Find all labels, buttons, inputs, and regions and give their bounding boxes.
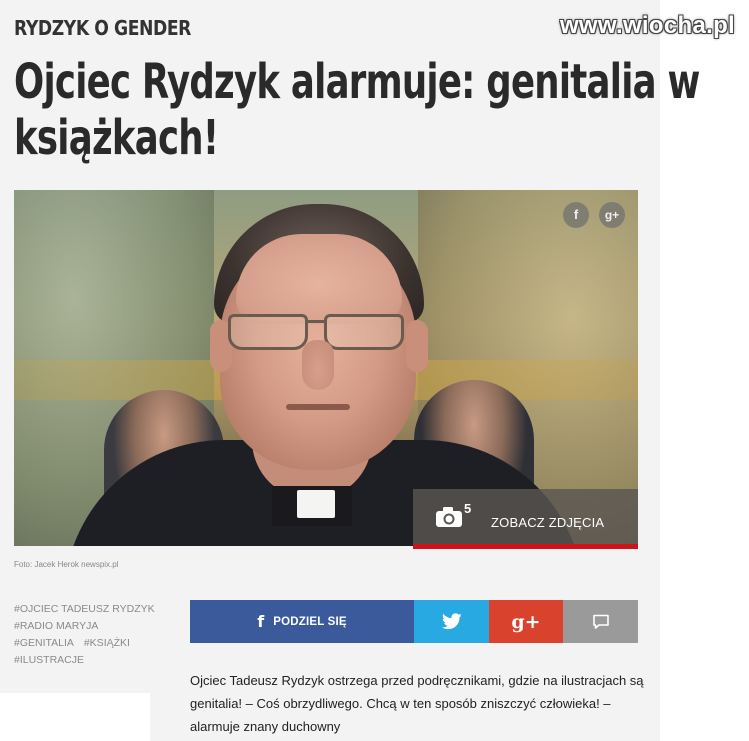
comments-button[interactable]	[563, 600, 638, 643]
photo-subject-forehead	[236, 234, 402, 324]
comment-icon	[592, 614, 609, 629]
gallery-accent-line	[413, 544, 638, 549]
camera-icon	[436, 507, 462, 527]
photo-subject-mouth	[286, 404, 350, 410]
facebook-share-button[interactable]: f PODZIEL SIĘ	[190, 600, 414, 643]
tag-list: #OJCIEC TADEUSZ RYDZYK #RADIO MARYJA #GE…	[14, 601, 174, 669]
tag-link[interactable]: #GENITALIA	[14, 637, 74, 649]
photo-subject-glasses-right	[324, 314, 404, 350]
article-lead: Ojciec Tadeusz Rydzyk ostrzega przed pod…	[190, 673, 644, 734]
photo-facebook-share-icon[interactable]: f	[563, 202, 589, 228]
right-margin-panel	[660, 180, 749, 741]
google-plus-icon: g+	[511, 610, 541, 633]
photo-subject-nose	[302, 340, 334, 390]
article-headline: Ojciec Rydzyk alarmuje: genitalia w ksią…	[14, 54, 700, 166]
photo-subject-clerical-collar	[297, 490, 335, 518]
photo-google-plus-share-icon[interactable]: g+	[599, 202, 625, 228]
article-kicker[interactable]: RYDZYK O GENDER	[14, 16, 191, 40]
tag-link[interactable]: #RADIO MARYJA	[14, 620, 98, 632]
photo-subject-ear-right	[406, 320, 428, 372]
facebook-icon: f	[257, 612, 265, 631]
left-column-blank	[0, 693, 150, 741]
share-bar: f PODZIEL SIĘ g+	[190, 600, 638, 643]
gallery-button-label: ZOBACZ ZDJĘCIA	[491, 515, 605, 530]
google-plus-share-button[interactable]: g+	[489, 600, 563, 643]
twitter-icon	[441, 613, 462, 630]
gallery-button[interactable]: 5 ZOBACZ ZDJĘCIA	[413, 489, 638, 549]
site-watermark: www.wiocha.pl	[559, 12, 735, 39]
facebook-share-label: PODZIEL SIĘ	[273, 615, 347, 628]
tag-link[interactable]: #ILUSTRACJE	[14, 654, 84, 666]
twitter-share-button[interactable]	[414, 600, 489, 643]
tag-link[interactable]: #KSIĄŻKI	[84, 637, 130, 649]
photo-credit: Foto: Jacek Herok newspix.pl	[14, 560, 119, 569]
gallery-photo-count: 5	[464, 501, 472, 516]
photo-subject-glasses-bridge	[306, 320, 326, 323]
photo-subject-glasses-left	[228, 314, 308, 350]
tag-link[interactable]: #OJCIEC TADEUSZ RYDZYK	[14, 603, 155, 615]
